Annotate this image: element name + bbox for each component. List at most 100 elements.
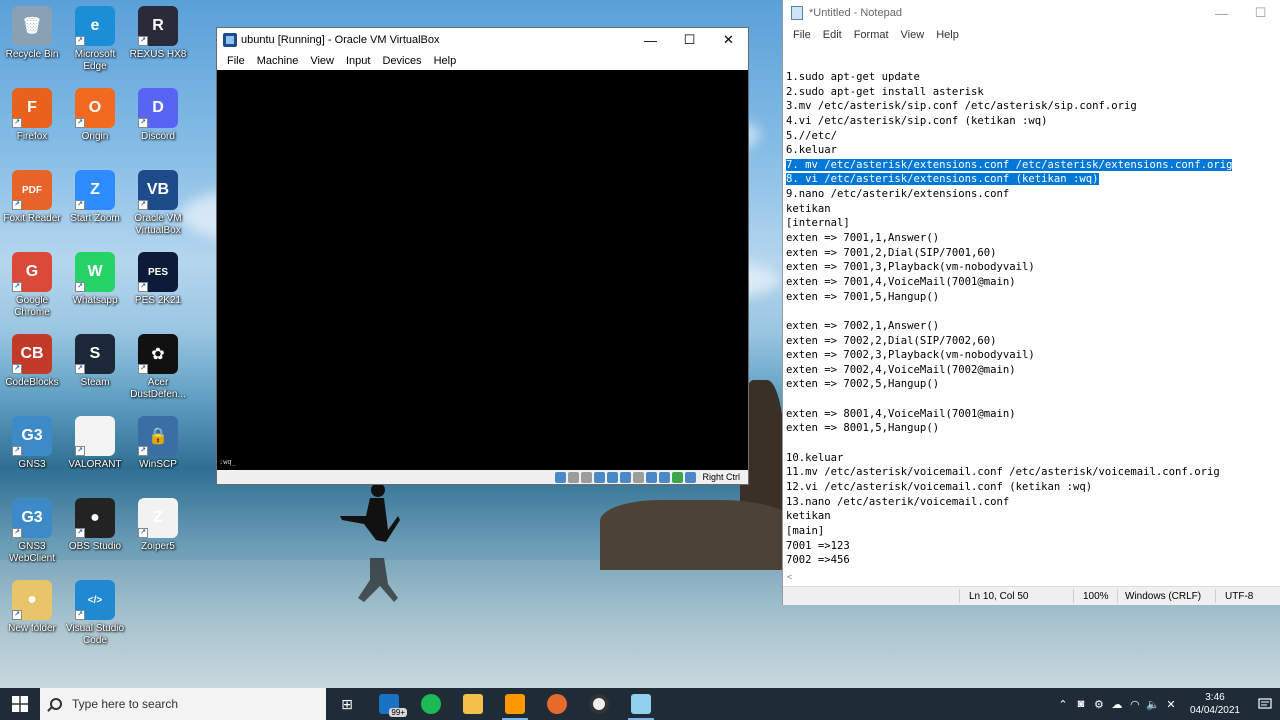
shortcut-arrow-icon: ↗: [12, 364, 22, 374]
text-line-content: exten => 7001,2,Dial(SIP/7001,60): [786, 246, 997, 259]
notepad-menu-help[interactable]: Help: [930, 29, 965, 41]
camera-icon[interactable]: ◙: [1072, 698, 1090, 710]
desktop-icon-winscp[interactable]: 🔒 ↗ WinSCP: [126, 416, 190, 471]
desktop-icon-microsoft-edge[interactable]: e ↗ Microsoft Edge: [63, 6, 127, 73]
shortcut-arrow-icon: ↗: [75, 446, 85, 456]
menu-input[interactable]: Input: [340, 55, 376, 67]
notepad-minimize-button[interactable]: —: [1202, 1, 1241, 25]
notification-button[interactable]: [1250, 688, 1280, 720]
desktop-icon-valorant[interactable]: ↗ VALORANT: [63, 416, 127, 471]
keyboard-icon[interactable]: [685, 471, 697, 483]
taskbar-obs[interactable]: [578, 688, 620, 720]
search-placeholder: Type here to search: [72, 697, 179, 711]
horizontal-scrollbar[interactable]: <: [783, 572, 1280, 584]
menu-machine[interactable]: Machine: [251, 55, 305, 67]
taskbar-mail[interactable]: 99+: [368, 688, 410, 720]
desktop-icon-pes-2k21[interactable]: PES ↗ PES 2K21: [126, 252, 190, 307]
clock[interactable]: 3:46 04/04/2021: [1180, 691, 1250, 717]
desktop-icon-codeblocks[interactable]: CB ↗ CodeBlocks: [0, 334, 64, 389]
close-button[interactable]: ✕: [709, 28, 748, 52]
desktop-icon-acer-dustdefen[interactable]: ✿ ↗ Acer DustDefen...: [126, 334, 190, 401]
text-line-content: 10.keluar: [786, 451, 844, 464]
taskbar-notepad[interactable]: [620, 688, 662, 720]
text-line-content: [main]: [786, 524, 825, 537]
desktop-icon-label: Steam: [80, 377, 110, 388]
usb-icon[interactable]: [607, 471, 619, 483]
chevron-up-icon[interactable]: ⌃: [1054, 698, 1072, 711]
steam-tray-icon[interactable]: ⚙: [1090, 698, 1108, 711]
desktop-icon-oracle-vm-virtualbox[interactable]: VB ↗ Oracle VM VirtualBox: [126, 170, 190, 237]
notepad-menu-file[interactable]: File: [787, 29, 817, 41]
desktop-icon-obs-studio[interactable]: ● ↗ OBS Studio: [63, 498, 127, 553]
shared-folders-icon[interactable]: [620, 471, 632, 483]
text-line-content: ketikan: [786, 202, 831, 215]
language-icon[interactable]: ✕: [1162, 698, 1180, 711]
app-icon: S ↗: [75, 334, 115, 374]
desktop-icon-foxit-reader[interactable]: PDF ↗ Foxit Reader: [0, 170, 64, 225]
desktop-icon-rexus-hx8[interactable]: R ↗ REXUS HX8: [126, 6, 190, 61]
optical-drive-icon[interactable]: [568, 471, 580, 483]
desktop-icon-gns3[interactable]: G3 ↗ GNS3: [0, 416, 64, 471]
video-capture-icon[interactable]: [646, 471, 658, 483]
taskbar-zoiper[interactable]: [536, 688, 578, 720]
hard-disk-icon[interactable]: [555, 471, 567, 483]
menu-view[interactable]: View: [304, 55, 340, 67]
desktop-icon-start-zoom[interactable]: Z ↗ Start Zoom: [63, 170, 127, 225]
desktop-icon-google-chrome[interactable]: G ↗ Google Chrome: [0, 252, 64, 319]
volume-icon[interactable]: 🔈: [1144, 698, 1162, 711]
menu-devices[interactable]: Devices: [376, 55, 427, 67]
desktop-icon-discord[interactable]: D ↗ Discord: [126, 88, 190, 143]
notepad-maximize-button[interactable]: ☐: [1241, 1, 1280, 25]
app-icon: VB ↗: [138, 170, 178, 210]
text-line: exten => 7002,3,Playback(vm-nobodyvail): [786, 348, 1280, 363]
app-icon: CB ↗: [12, 334, 52, 374]
desktop-icon-gns3-webclient[interactable]: G3 ↗ GNS3 WebClient: [0, 498, 64, 565]
cpu-icon[interactable]: [659, 471, 671, 483]
text-line-content: 7. mv /etc/asterisk/extensions.conf /etc…: [786, 158, 1233, 171]
minimize-button[interactable]: —: [631, 28, 670, 52]
taskbar-file-explorer[interactable]: [452, 688, 494, 720]
notepad-window[interactable]: *Untitled - Notepad — ☐ File Edit Format…: [782, 0, 1280, 605]
maximize-button[interactable]: ☐: [670, 28, 709, 52]
notepad-menu-view[interactable]: View: [895, 29, 931, 41]
notepad-text-area[interactable]: 1.sudo apt-get update 2.sudo apt-get inst…: [783, 70, 1280, 572]
task-view-button[interactable]: ⊞: [326, 688, 368, 720]
desktop-icon-visual-studio-code[interactable]: </> ↗ Visual Studio Code: [63, 580, 127, 647]
menu-file[interactable]: File: [221, 55, 251, 67]
text-line-content: 3.mv /etc/asterisk/sip.conf /etc/asteris…: [786, 100, 1137, 113]
notepad-titlebar[interactable]: *Untitled - Notepad — ☐: [783, 0, 1280, 26]
notepad-menu-edit[interactable]: Edit: [817, 29, 848, 41]
network-icon[interactable]: [594, 471, 606, 483]
audio-icon[interactable]: [581, 471, 593, 483]
desktop-icon-firefox[interactable]: F ↗ Firefox: [0, 88, 64, 143]
desktop-icon-recycle-bin[interactable]: 🗑 Recycle Bin: [0, 6, 64, 61]
scroll-left-icon[interactable]: <: [787, 572, 792, 582]
desktop-icon-new-folder[interactable]: ● ↗ New folder: [0, 580, 64, 635]
text-line: exten => 7002,1,Answer(): [786, 319, 1280, 334]
onedrive-icon[interactable]: ☁: [1108, 698, 1126, 711]
shortcut-arrow-icon: ↗: [12, 528, 22, 538]
desktop-icon-zoiper5[interactable]: Z ↗ Zoiper5: [126, 498, 190, 553]
desktop-icon-steam[interactable]: S ↗ Steam: [63, 334, 127, 389]
taskbar-sublime[interactable]: [494, 688, 536, 720]
display-icon[interactable]: [633, 471, 645, 483]
clock-date: 04/04/2021: [1189, 705, 1240, 716]
desktop-icon-origin[interactable]: O ↗ Origin: [63, 88, 127, 143]
app-icon: G3 ↗: [12, 416, 52, 456]
menu-help[interactable]: Help: [428, 55, 463, 67]
desktop-icon-whatsapp[interactable]: W ↗ Whatsapp: [63, 252, 127, 307]
virtualbox-titlebar[interactable]: ubuntu [Running] - Oracle VM VirtualBox …: [217, 28, 748, 52]
start-button[interactable]: [0, 688, 40, 720]
network-tray-icon[interactable]: ◠: [1126, 698, 1144, 711]
app-icon: D ↗: [138, 88, 178, 128]
virtualbox-window[interactable]: ubuntu [Running] - Oracle VM VirtualBox …: [216, 27, 749, 485]
desktop-icon-label: New folder: [8, 623, 56, 634]
shortcut-arrow-icon: ↗: [12, 610, 22, 620]
sublime-icon: [505, 694, 525, 714]
notepad-menu-format[interactable]: Format: [848, 29, 895, 41]
vm-command-line: :wq_: [219, 458, 236, 466]
taskbar-search-box[interactable]: Type here to search: [40, 688, 326, 720]
mouse-integration-icon[interactable]: [672, 471, 684, 483]
vm-screen[interactable]: :wq_: [217, 70, 748, 470]
taskbar-spotify[interactable]: [410, 688, 452, 720]
